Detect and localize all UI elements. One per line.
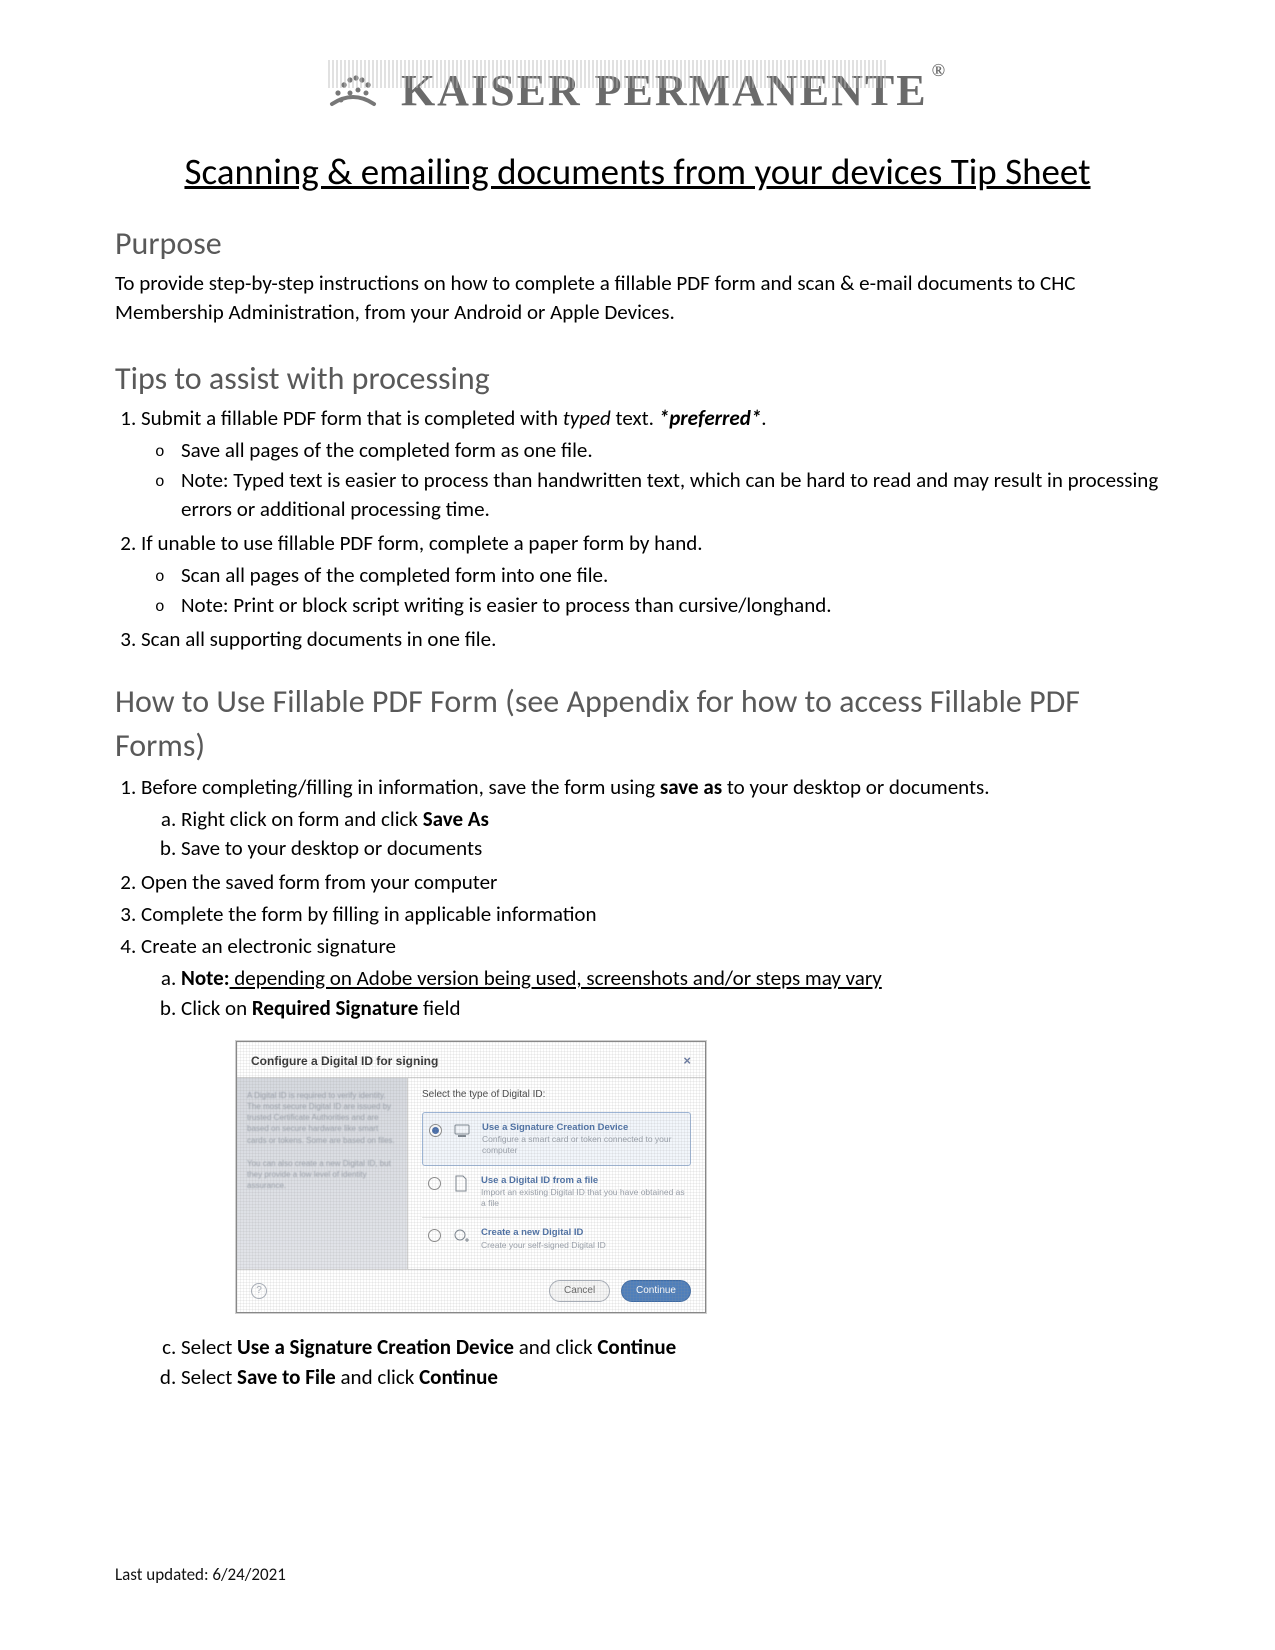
continue-button[interactable]: Continue (621, 1280, 691, 1302)
device-icon (452, 1121, 472, 1141)
tip-1-sub-1: Save all pages of the completed form as … (181, 436, 1160, 466)
help-icon[interactable]: ? (251, 1283, 267, 1299)
purpose-heading: Purpose (115, 224, 1160, 263)
tip-2-sub-2: Note: Print or block script writing is e… (181, 591, 1160, 621)
tip-3: Scan all supporting documents in one fil… (141, 625, 1160, 655)
howto-step-4d: Select Save to File and click Continue (181, 1363, 1160, 1393)
howto-step-4: Create an electronic signature Note: dep… (141, 932, 1160, 1393)
option-signature-device[interactable]: Use a Signature Creation Device Configur… (422, 1112, 691, 1166)
option-digital-id-file[interactable]: Use a Digital ID from a file Import an e… (422, 1166, 691, 1219)
brand-name: KAISER PERMANENTE (401, 65, 928, 116)
close-icon[interactable]: × (683, 1052, 691, 1070)
radio-icon[interactable] (428, 1177, 441, 1190)
howto-step-4a: Note: depending on Adobe version being u… (181, 964, 1160, 994)
dialog-subhead: Select the type of Digital ID: (422, 1088, 691, 1102)
configure-digital-id-dialog: Configure a Digital ID for signing × A D… (236, 1041, 706, 1313)
tip-2-sub-1: Scan all pages of the completed form int… (181, 561, 1160, 591)
option-create-new-id[interactable]: Create a new Digital ID Create your self… (422, 1218, 691, 1259)
page-title: Scanning & emailing documents from your … (115, 149, 1160, 194)
cancel-button[interactable]: Cancel (549, 1280, 610, 1302)
howto-step-1a: Right click on form and click Save As (181, 805, 1160, 835)
tip-1: Submit a fillable PDF form that is compl… (141, 404, 1160, 525)
registered-mark-icon: ® (932, 60, 947, 80)
badge-plus-icon (451, 1226, 471, 1246)
last-updated: Last updated: 6/24/2021 (115, 1564, 286, 1585)
howto-step-1b: Save to your desktop or documents (181, 834, 1160, 864)
howto-step-3: Complete the form by filling in applicab… (141, 900, 1160, 930)
howto-step-2: Open the saved form from your computer (141, 868, 1160, 898)
file-icon (451, 1174, 471, 1194)
howto-list: Before completing/filling in information… (141, 773, 1160, 1393)
howto-step-1: Before completing/filling in information… (141, 773, 1160, 864)
tips-list: Submit a fillable PDF form that is compl… (141, 404, 1160, 655)
tips-heading: Tips to assist with processing (115, 359, 1160, 398)
howto-step-4b: Click on Required Signature field (181, 994, 1160, 1024)
radio-icon[interactable] (429, 1124, 442, 1137)
dialog-side-text: A Digital ID is required to verify ident… (237, 1078, 408, 1269)
kp-sunburst-icon (328, 60, 378, 121)
tip-1-sub-2: Note: Typed text is easier to process th… (181, 466, 1160, 526)
brand-logo: KAISER PERMANENTE® (115, 60, 1160, 121)
howto-heading: How to Use Fillable PDF Form (see Append… (115, 680, 1160, 766)
tip-2: If unable to use fillable PDF form, comp… (141, 529, 1160, 620)
dialog-title: Configure a Digital ID for signing (251, 1053, 438, 1070)
radio-icon[interactable] (428, 1229, 441, 1242)
howto-step-4c: Select Use a Signature Creation Device a… (181, 1333, 1160, 1363)
purpose-body: To provide step-by-step instructions on … (115, 269, 1160, 327)
